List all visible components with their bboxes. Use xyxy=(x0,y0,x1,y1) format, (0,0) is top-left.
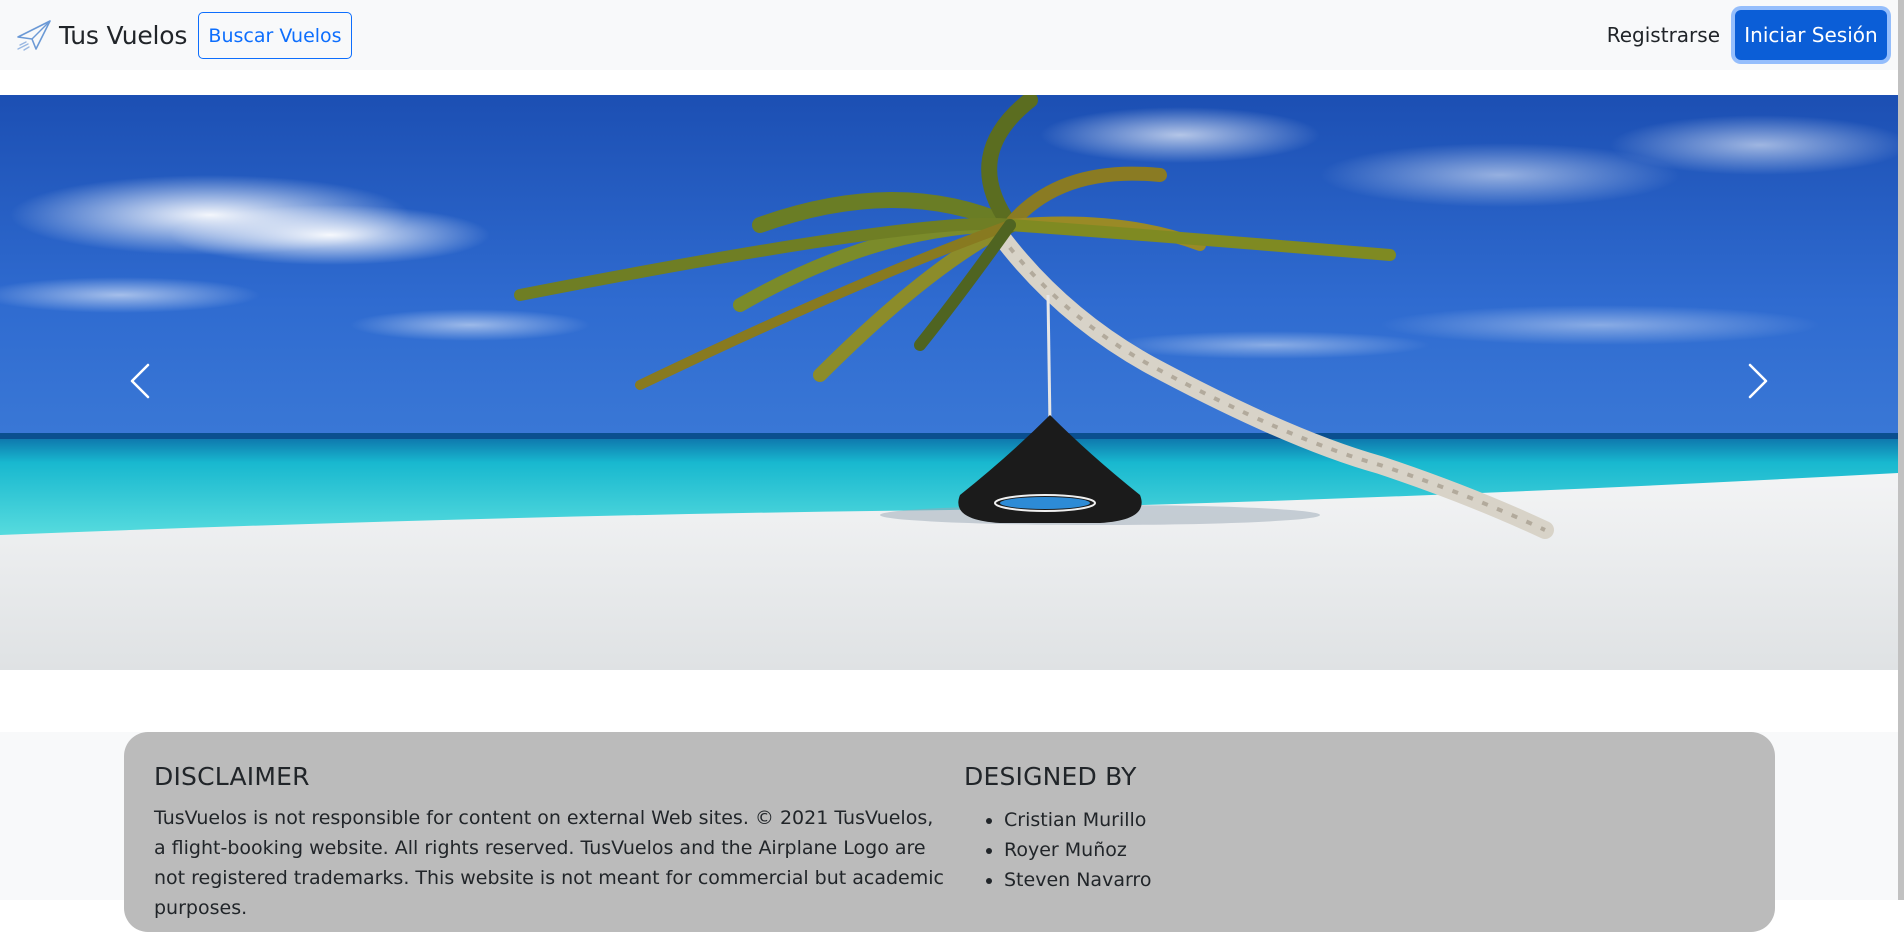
chevron-right-icon xyxy=(1746,361,1770,405)
page-scrollbar[interactable] xyxy=(1898,0,1904,900)
paper-plane-icon xyxy=(16,19,52,51)
disclaimer-title: DISCLAIMER xyxy=(154,762,310,791)
carousel-next-button[interactable] xyxy=(1618,95,1898,670)
disclaimer-section: DISCLAIMER TusVuelos is not responsible … xyxy=(154,762,944,923)
brand-link[interactable]: Tus Vuelos xyxy=(16,17,187,53)
carousel-prev-button[interactable] xyxy=(0,95,280,670)
navbar: Tus Vuelos Buscar Vuelos Registrarse Ini… xyxy=(0,0,1904,70)
scrollbar-thumb[interactable] xyxy=(1898,0,1904,900)
footer-card: DISCLAIMER TusVuelos is not responsible … xyxy=(124,732,1775,932)
login-button[interactable]: Iniciar Sesión xyxy=(1735,10,1887,60)
list-item: Cristian Murillo xyxy=(1004,805,1564,835)
designed-by-title: DESIGNED BY xyxy=(964,762,1137,791)
list-item: Steven Navarro xyxy=(1004,865,1564,895)
list-item: Royer Muñoz xyxy=(1004,835,1564,865)
designed-by-section: DESIGNED BY Cristian Murillo Royer Muñoz… xyxy=(964,762,1564,895)
brand-text: Tus Vuelos xyxy=(59,20,188,50)
search-flights-button[interactable]: Buscar Vuelos xyxy=(198,12,352,59)
designers-list: Cristian Murillo Royer Muñoz Steven Nava… xyxy=(964,805,1564,895)
disclaimer-text: TusVuelos is not responsible for content… xyxy=(154,807,944,919)
beach-palm-hero-image xyxy=(0,95,1898,670)
chevron-left-icon xyxy=(128,361,152,405)
register-link[interactable]: Registrarse xyxy=(1607,23,1720,47)
hero-carousel xyxy=(0,95,1898,670)
